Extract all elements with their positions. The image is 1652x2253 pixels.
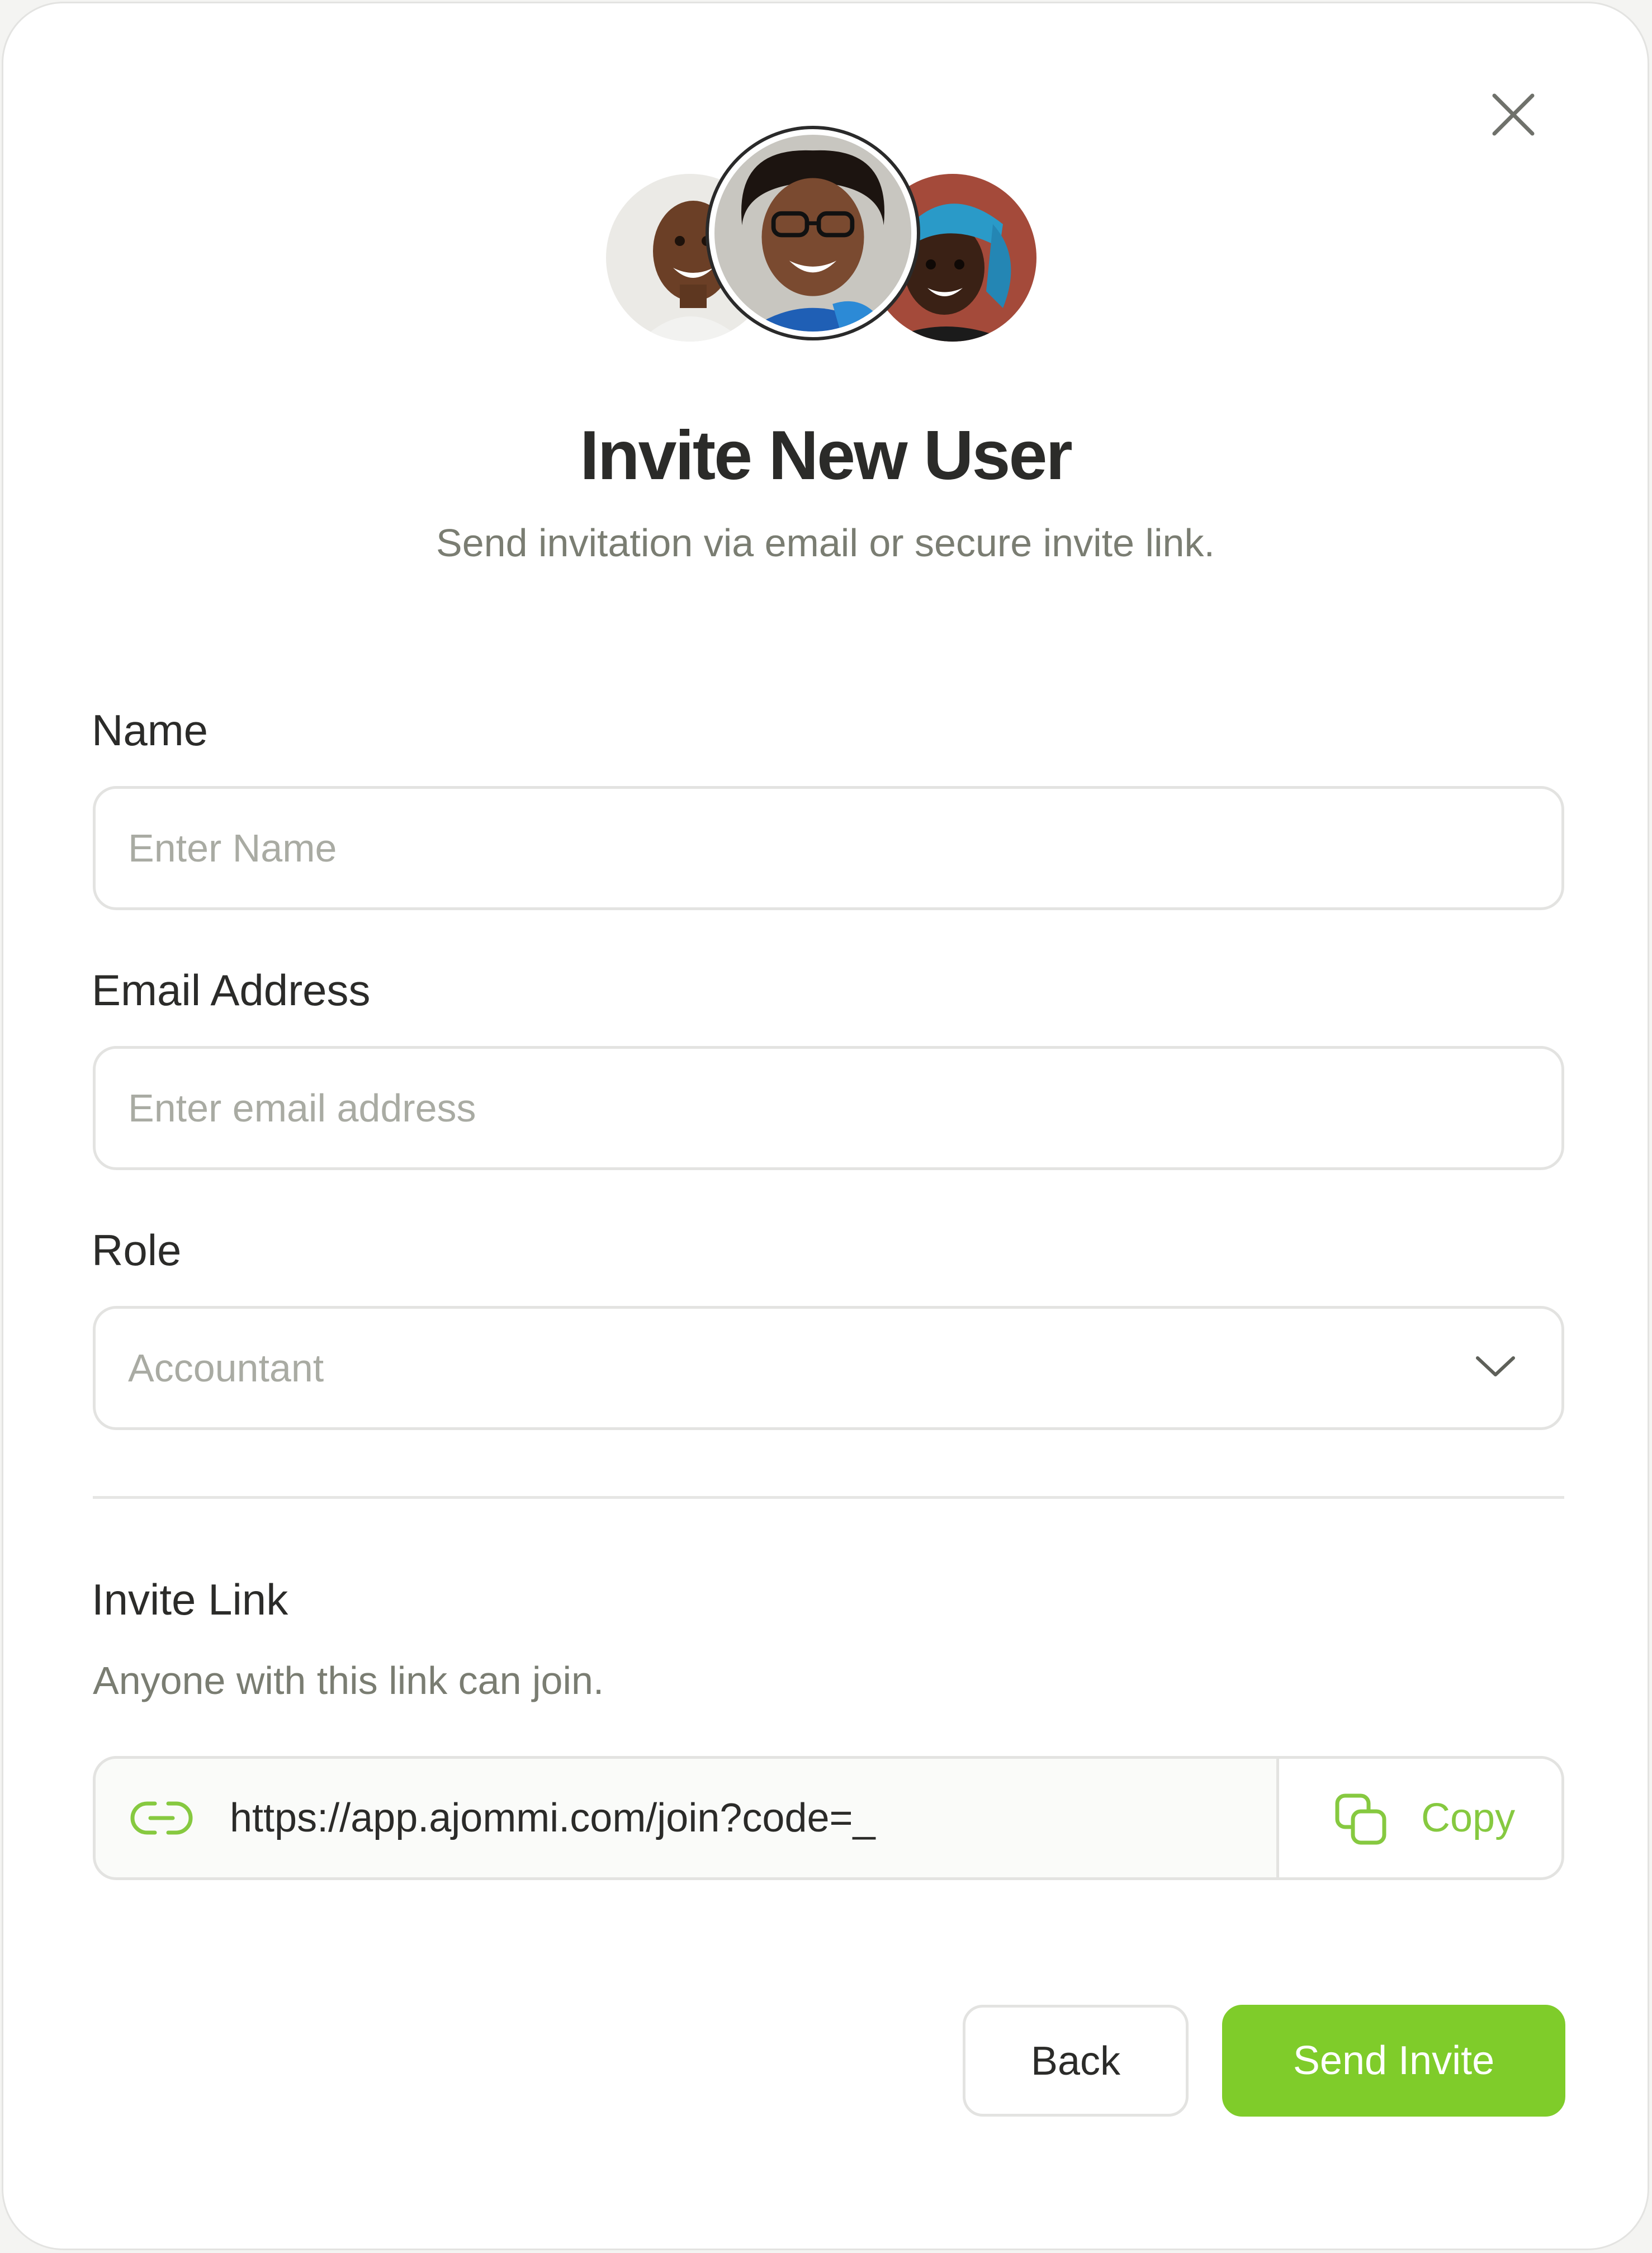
role-select[interactable]: Accountant [93,1306,1564,1430]
copy-button[interactable]: Copy [1276,1759,1561,1877]
invite-link-label: Invite Link [92,1575,288,1624]
email-field [93,1046,1564,1170]
name-field [93,786,1564,910]
copy-label: Copy [1421,1796,1516,1840]
invite-user-dialog: Invite New User Send invitation via emai… [2,2,1649,2250]
email-label: Email Address [92,965,371,1015]
back-button[interactable]: Back [963,2005,1189,2117]
avatar-group [602,129,1041,353]
role-label: Role [92,1225,182,1275]
close-button[interactable] [1488,89,1539,140]
dialog-title: Invite New User [580,417,1072,494]
chevron-down-icon [1476,1356,1515,1376]
close-icon [1492,93,1535,136]
dialog-subtitle: Send invitation via email or secure invi… [436,521,1215,565]
link-icon [130,1801,193,1835]
section-divider [93,1496,1564,1499]
invite-link-url[interactable]: https://app.ajommi.com/join?code=_ [230,1759,875,1877]
send-invite-button[interactable]: Send Invite [1222,2005,1565,2117]
invite-link-hint: Anyone with this link can join. [93,1659,604,1702]
copy-icon [1335,1793,1386,1845]
name-input[interactable] [128,789,1470,907]
avatar-user-2 [709,129,917,337]
invite-link-box: https://app.ajommi.com/join?code=_ Copy [93,1756,1564,1880]
role-select-value: Accountant [128,1346,324,1390]
name-label: Name [92,706,209,755]
email-input[interactable] [128,1049,1470,1167]
